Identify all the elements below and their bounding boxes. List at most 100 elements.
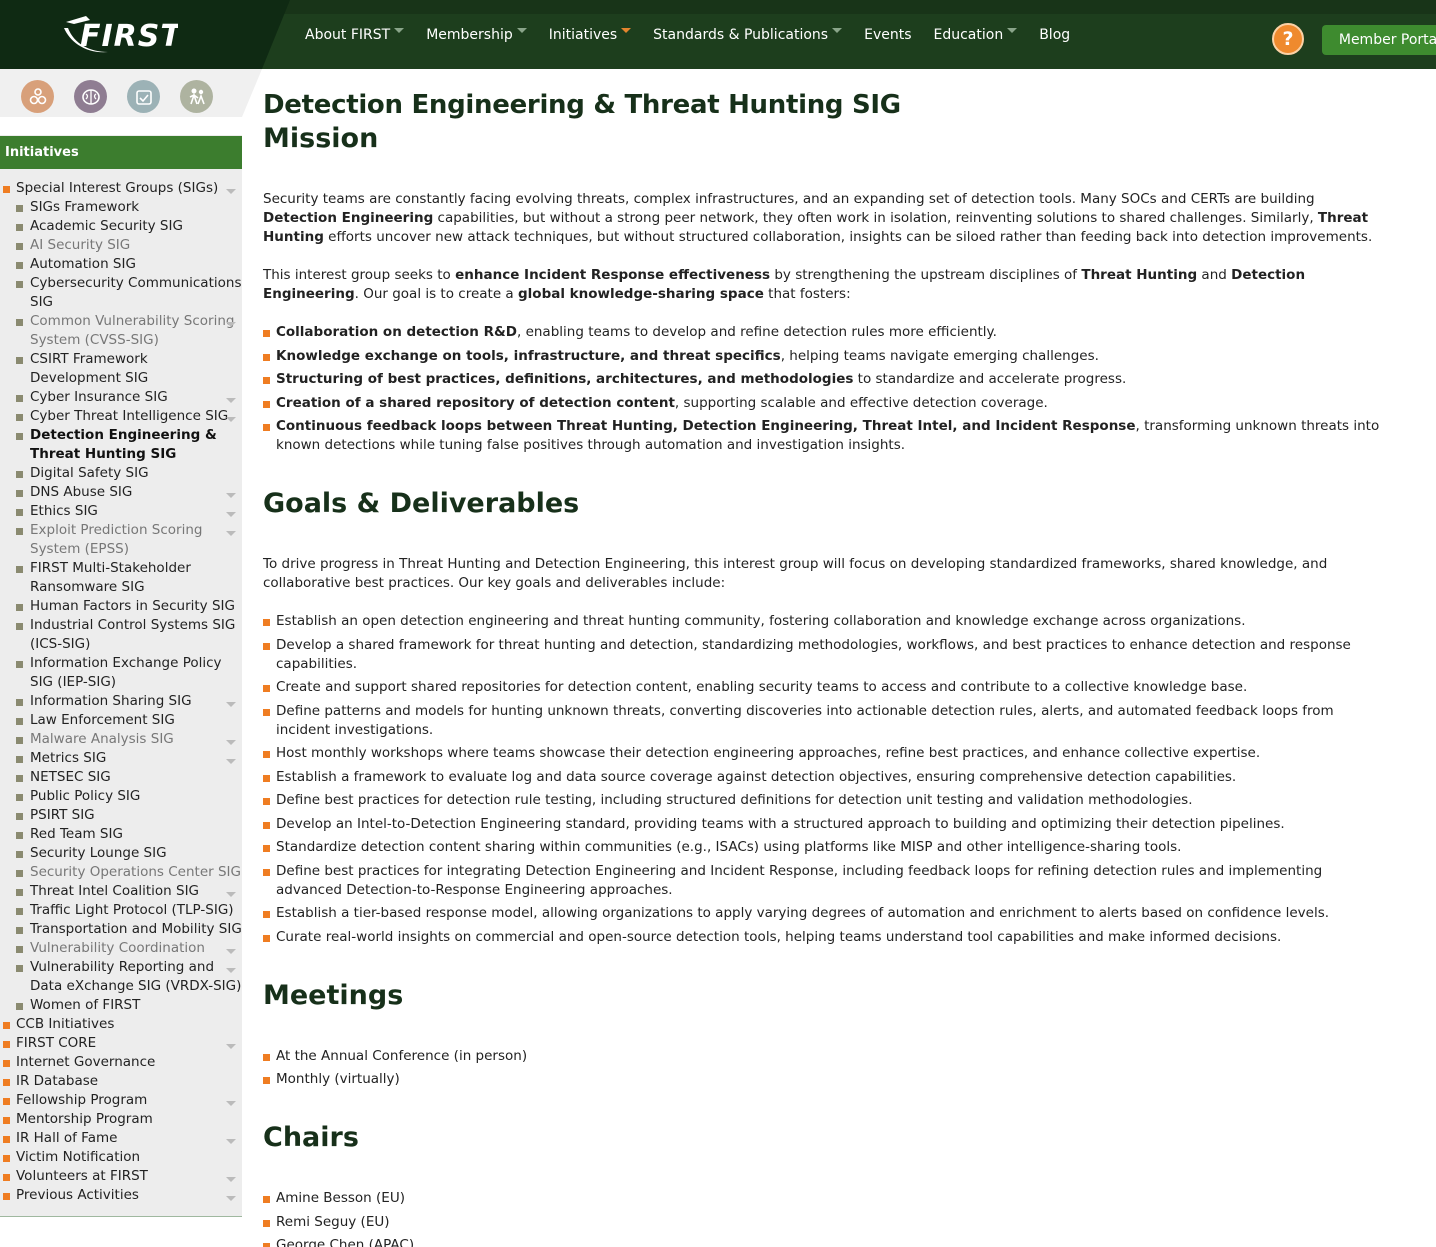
bullet-icon <box>16 946 23 953</box>
bullet-icon <box>263 619 270 626</box>
text-segment: capabilities, but without a strong peer … <box>433 210 1318 226</box>
network-topic-icon[interactable] <box>21 80 54 113</box>
bullet-icon <box>3 1136 10 1143</box>
sidebar-item[interactable]: IR Hall of Fame <box>0 1129 242 1148</box>
sidebar-item[interactable]: Exploit Prediction Scoring System (EPSS) <box>0 521 242 559</box>
sidebar-item-label: Traffic Light Protocol (TLP-SIG) <box>30 902 234 918</box>
bullet-icon <box>3 1079 10 1086</box>
calendar-topic-icon[interactable] <box>127 80 160 113</box>
sidebar-item-label: Security Lounge SIG <box>30 845 167 861</box>
bullet-icon <box>263 708 270 716</box>
sidebar-item[interactable]: Digital Safety SIG <box>0 464 242 483</box>
sidebar-item[interactable]: Vulnerability Reporting and Data eXchang… <box>0 958 242 996</box>
chevron-down-icon <box>226 493 236 498</box>
sidebar-item[interactable]: FIRST CORE <box>0 1034 242 1053</box>
sidebar-item[interactable]: Automation SIG <box>0 255 242 274</box>
sidebar-item-label: Cybersecurity Communications SIG <box>30 275 242 310</box>
bullet-icon <box>16 566 23 573</box>
sidebar-item[interactable]: NETSEC SIG <box>0 768 242 787</box>
bullet-icon <box>16 509 23 516</box>
sidebar-item[interactable]: SIGs Framework <box>0 198 242 217</box>
sidebar-item[interactable]: DNS Abuse SIG <box>0 483 242 502</box>
bullet-icon <box>16 243 23 250</box>
sidebar-item[interactable]: Internet Governance <box>0 1053 242 1072</box>
sidebar-item[interactable]: IR Database <box>0 1072 242 1091</box>
sidebar-item[interactable]: Ethics SIG <box>0 502 242 521</box>
bullet-icon <box>16 471 23 478</box>
sidebar-item[interactable]: Threat Intel Coalition SIG <box>0 882 242 901</box>
bullet-icon <box>16 813 23 820</box>
text-segment: Security teams are constantly facing evo… <box>263 191 1315 207</box>
sidebar-item[interactable]: Cyber Threat Intelligence SIG <box>0 407 242 426</box>
chevron-down-icon <box>226 322 236 327</box>
sidebar-item-label: Information Sharing SIG <box>30 693 192 709</box>
goals-list: Establish an open detection engineering … <box>263 612 1383 947</box>
list-item: Establish an open detection engineering … <box>263 612 1383 631</box>
sidebar-item[interactable]: Volunteers at FIRST <box>0 1167 242 1186</box>
sidebar-item[interactable]: Common Vulnerability Scoring System (CVS… <box>0 312 242 350</box>
sidebar-item[interactable]: Detection Engineering & Threat Hunting S… <box>0 426 242 464</box>
text-segment: . Our goal is to create a <box>354 286 518 302</box>
member-portal-button[interactable]: Member Portal <box>1322 25 1436 55</box>
bullet-icon <box>16 889 23 896</box>
sidebar-item-label: Vulnerability Coordination <box>30 940 205 956</box>
list-item-text: Develop an Intel-to-Detection Engineerin… <box>276 815 1285 832</box>
bullet-icon <box>16 718 23 725</box>
sidebar-item-label: Ethics SIG <box>30 503 98 519</box>
nav-item-blog[interactable]: Blog <box>1028 0 1081 69</box>
sidebar-item[interactable]: Mentorship Program <box>0 1110 242 1129</box>
nav-item-about-first[interactable]: About FIRST <box>294 0 415 69</box>
people-topic-icon[interactable] <box>180 80 213 113</box>
chevron-down-icon <box>226 740 236 745</box>
help-button[interactable]: ? <box>1272 23 1304 55</box>
sidebar-item[interactable]: Security Operations Center SIG <box>0 863 242 882</box>
list-item: Knowledge exchange on tools, infrastruct… <box>263 347 1383 366</box>
sidebar-item[interactable]: PSIRT SIG <box>0 806 242 825</box>
sidebar-item[interactable]: CSIRT Framework Development SIG <box>0 350 242 388</box>
sidebar-item[interactable]: Fellowship Program <box>0 1091 242 1110</box>
sidebar-item[interactable]: Human Factors in Security SIG <box>0 597 242 616</box>
mission-heading: Mission <box>263 123 379 154</box>
nav-item-events[interactable]: Events <box>853 0 922 69</box>
goals-heading: Goals & Deliverables <box>263 488 580 519</box>
nav-item-education[interactable]: Education <box>923 0 1029 69</box>
sidebar-item[interactable]: Previous Activities <box>0 1186 242 1205</box>
sidebar-item[interactable]: Malware Analysis SIG <box>0 730 242 749</box>
sidebar-item[interactable]: AI Security SIG <box>0 236 242 255</box>
sidebar-item[interactable]: Vulnerability Coordination <box>0 939 242 958</box>
sidebar-item[interactable]: Victim Notification <box>0 1148 242 1167</box>
sidebar-header[interactable]: Initiatives <box>0 136 242 169</box>
sidebar-item[interactable]: Public Policy SIG <box>0 787 242 806</box>
nav-item-initiatives[interactable]: Initiatives <box>538 0 642 69</box>
sidebar-item[interactable]: Information Sharing SIG <box>0 692 242 711</box>
sidebar-item[interactable]: Metrics SIG <box>0 749 242 768</box>
text-segment: by strengthening the upstream discipline… <box>770 267 1082 283</box>
top-navigation-bar: FIRST About FIRST Membership Initiatives St… <box>0 0 1436 69</box>
sidebar-item[interactable]: Red Team SIG <box>0 825 242 844</box>
nav-item-membership[interactable]: Membership <box>415 0 538 69</box>
sidebar-item[interactable]: Special Interest Groups (SIGs) <box>0 179 242 198</box>
first-logo[interactable]: FIRST <box>60 12 178 58</box>
sidebar-item[interactable]: Information Exchange Policy SIG (IEP-SIG… <box>0 654 242 692</box>
bold-text: Threat Hunting <box>1081 267 1198 283</box>
sidebar-item[interactable]: Cybersecurity Communications SIG <box>0 274 242 312</box>
sidebar-item-label: Law Enforcement SIG <box>30 712 175 728</box>
sidebar-item[interactable]: Women of FIRST <box>0 996 242 1015</box>
sidebar-item[interactable]: FIRST Multi-Stakeholder Ransomware SIG <box>0 559 242 597</box>
sidebar-item[interactable]: Cyber Insurance SIG <box>0 388 242 407</box>
text-segment: that fosters: <box>763 286 851 302</box>
chevron-down-icon <box>226 1101 236 1106</box>
sidebar-item[interactable]: CCB Initiatives <box>0 1015 242 1034</box>
sidebar-item[interactable]: Law Enforcement SIG <box>0 711 242 730</box>
sidebar-item[interactable]: Academic Security SIG <box>0 217 242 236</box>
chevron-down-icon <box>226 189 236 194</box>
nav-label: Initiatives <box>548 26 618 43</box>
bold-text: Creation of a shared repository of detec… <box>276 394 675 411</box>
sidebar-item[interactable]: Transportation and Mobility SIG <box>0 920 242 939</box>
sidebar-item[interactable]: Security Lounge SIG <box>0 844 242 863</box>
sidebar-item[interactable]: Industrial Control Systems SIG (ICS-SIG) <box>0 616 242 654</box>
nav-item-standards-publications[interactable]: Standards & Publications <box>642 0 853 69</box>
sidebar-item[interactable]: Traffic Light Protocol (TLP-SIG) <box>0 901 242 920</box>
brain-topic-icon[interactable] <box>74 80 107 113</box>
bullet-icon <box>263 774 270 782</box>
